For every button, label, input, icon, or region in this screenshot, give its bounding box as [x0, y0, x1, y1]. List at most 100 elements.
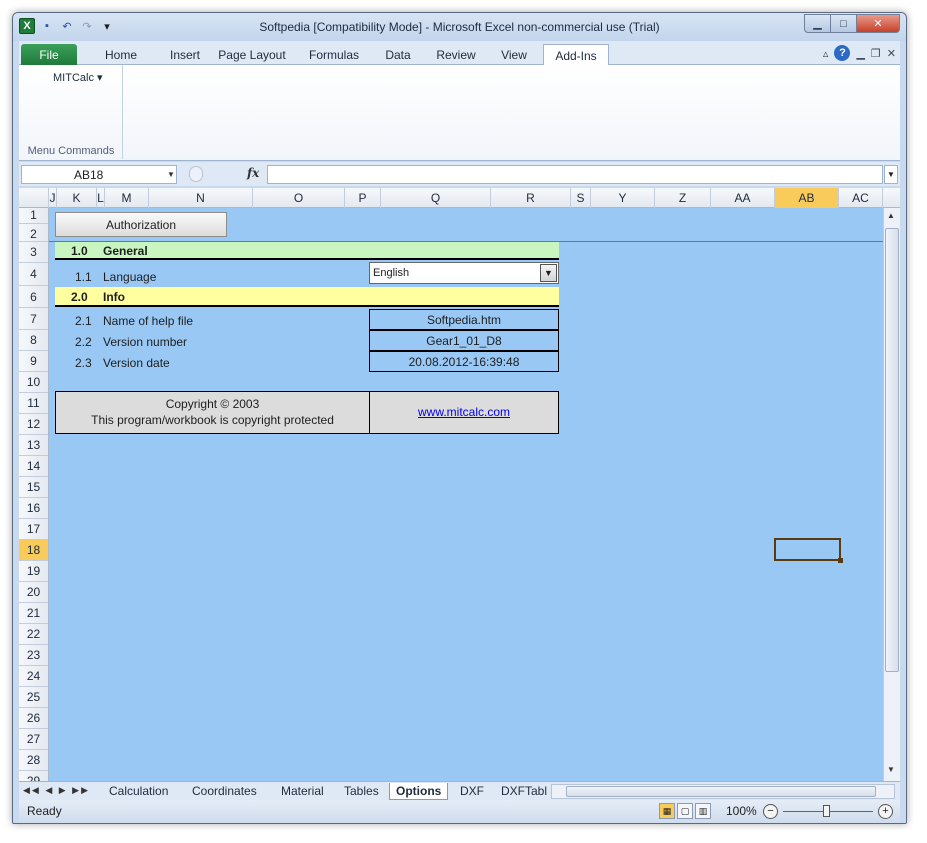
- row-header[interactable]: 29: [19, 771, 48, 781]
- version-number-value[interactable]: Gear1_01_D8: [369, 330, 559, 351]
- sheet-tab-dxftable[interactable]: DXFTable: [501, 783, 547, 800]
- row-header[interactable]: 21: [19, 603, 48, 624]
- workbook-restore-icon[interactable]: ❐: [871, 47, 881, 60]
- sheet-tab-calculation[interactable]: Calculation: [109, 783, 168, 800]
- zoom-out-icon[interactable]: −: [763, 804, 778, 819]
- row-header[interactable]: 27: [19, 729, 48, 750]
- maximize-button[interactable]: □: [830, 14, 856, 33]
- sheet-nav-icons[interactable]: ◀◀ ◀ ▶ ▶▶: [23, 785, 90, 796]
- row-header[interactable]: 26: [19, 708, 48, 729]
- minimize-button[interactable]: ▁: [804, 14, 830, 33]
- mitcalc-menu-button[interactable]: MITCalc ▾: [53, 71, 103, 84]
- zoom-slider[interactable]: − +: [763, 804, 893, 819]
- sheet-tab-options[interactable]: Options: [389, 783, 449, 800]
- language-select[interactable]: English ▼: [369, 262, 559, 284]
- row-header[interactable]: 12: [19, 414, 48, 435]
- select-all-corner[interactable]: [19, 188, 49, 208]
- workbook-close-icon[interactable]: ✕: [887, 47, 896, 60]
- tab-review[interactable]: Review: [427, 44, 485, 65]
- info-label: Version date: [103, 356, 170, 370]
- zoom-thumb[interactable]: [823, 805, 830, 817]
- expand-formula-bar-icon[interactable]: ▼: [884, 165, 898, 184]
- column-header[interactable]: Z: [655, 188, 711, 208]
- column-header[interactable]: M: [105, 188, 149, 208]
- sheet-tab-tables[interactable]: Tables: [344, 783, 379, 800]
- zoom-in-icon[interactable]: +: [878, 804, 893, 819]
- sheet-tab-dxf[interactable]: DXF: [460, 783, 484, 800]
- worksheet-grid[interactable]: J K L M N O P Q R S Y Z AA AB AC 1 2 3 4…: [19, 188, 900, 781]
- row-header[interactable]: 3: [19, 242, 48, 263]
- row-header[interactable]: 2: [19, 224, 48, 242]
- help-icon[interactable]: ?: [834, 45, 851, 61]
- vertical-scrollbar[interactable]: ▲ ▼: [883, 208, 900, 781]
- authorization-button[interactable]: Authorization: [55, 212, 227, 237]
- row-header[interactable]: 13: [19, 435, 48, 456]
- active-cell-cursor[interactable]: [774, 538, 843, 563]
- column-header-selected[interactable]: AB: [775, 188, 839, 208]
- column-header[interactable]: K: [57, 188, 97, 208]
- column-header[interactable]: AA: [711, 188, 775, 208]
- row-header[interactable]: 1: [19, 208, 48, 224]
- vertical-scroll-thumb[interactable]: [885, 228, 899, 672]
- scroll-down-icon[interactable]: ▼: [887, 765, 895, 774]
- row-header[interactable]: 8: [19, 330, 48, 351]
- formula-bar-splitter[interactable]: [189, 166, 203, 182]
- column-header[interactable]: S: [571, 188, 591, 208]
- formula-input[interactable]: [267, 165, 883, 184]
- column-header[interactable]: AC: [839, 188, 883, 208]
- row-header[interactable]: 20: [19, 582, 48, 603]
- column-header[interactable]: Q: [381, 188, 491, 208]
- version-date-value[interactable]: 20.08.2012-16:39:48: [369, 351, 559, 372]
- row-header[interactable]: 4: [19, 263, 48, 286]
- tab-file[interactable]: File: [21, 44, 77, 65]
- normal-view-icon[interactable]: ▦: [659, 803, 675, 819]
- tab-view[interactable]: View: [489, 44, 539, 65]
- row-header[interactable]: 9: [19, 351, 48, 372]
- column-header[interactable]: P: [345, 188, 381, 208]
- sheet-tab-material[interactable]: Material: [281, 783, 324, 800]
- row-header[interactable]: 15: [19, 477, 48, 498]
- row-header[interactable]: 16: [19, 498, 48, 519]
- zoom-level[interactable]: 100%: [726, 804, 757, 818]
- scroll-up-icon[interactable]: ▲: [887, 211, 895, 220]
- name-box-dropdown-icon[interactable]: ▼: [167, 170, 175, 179]
- row-header[interactable]: 28: [19, 750, 48, 771]
- row-header[interactable]: 10: [19, 372, 48, 393]
- column-header[interactable]: J: [49, 188, 57, 208]
- row-header[interactable]: 25: [19, 687, 48, 708]
- close-button[interactable]: ✕: [856, 14, 900, 33]
- page-break-view-icon[interactable]: ▥: [695, 803, 711, 819]
- insert-function-icon[interactable]: fx: [247, 166, 259, 180]
- column-header[interactable]: O: [253, 188, 345, 208]
- workbook-minimize-icon[interactable]: ▁: [856, 47, 864, 60]
- row-header[interactable]: 24: [19, 666, 48, 687]
- row-header[interactable]: 7: [19, 308, 48, 330]
- row-header-selected[interactable]: 18: [19, 540, 48, 561]
- tab-data[interactable]: Data: [373, 44, 423, 65]
- column-header[interactable]: Y: [591, 188, 655, 208]
- row-header[interactable]: 22: [19, 624, 48, 645]
- row-header[interactable]: 19: [19, 561, 48, 582]
- tab-page-layout[interactable]: Page Layout: [211, 44, 293, 65]
- sheet-tab-coordinates[interactable]: Coordinates: [192, 783, 257, 800]
- mitcalc-link[interactable]: www.mitcalc.com: [418, 405, 510, 419]
- column-header[interactable]: L: [97, 188, 105, 208]
- tab-home[interactable]: Home: [89, 44, 153, 65]
- tab-add-ins[interactable]: Add-Ins: [543, 44, 609, 66]
- minimize-ribbon-icon[interactable]: ▵: [823, 47, 829, 60]
- row-header[interactable]: 23: [19, 645, 48, 666]
- horizontal-scrollbar[interactable]: [551, 784, 895, 799]
- help-file-value[interactable]: Softpedia.htm: [369, 309, 559, 330]
- tab-formulas[interactable]: Formulas: [299, 44, 369, 65]
- row-header[interactable]: 14: [19, 456, 48, 477]
- row-header[interactable]: 17: [19, 519, 48, 540]
- column-header[interactable]: N: [149, 188, 253, 208]
- tab-insert[interactable]: Insert: [153, 44, 217, 65]
- chevron-down-icon[interactable]: ▼: [540, 264, 557, 282]
- column-header[interactable]: R: [491, 188, 571, 208]
- page-layout-view-icon[interactable]: ▢: [677, 803, 693, 819]
- row-header[interactable]: 6: [19, 286, 48, 308]
- horizontal-scroll-thumb[interactable]: [566, 786, 876, 797]
- name-box[interactable]: AB18: [21, 165, 177, 184]
- row-header[interactable]: 11: [19, 393, 48, 414]
